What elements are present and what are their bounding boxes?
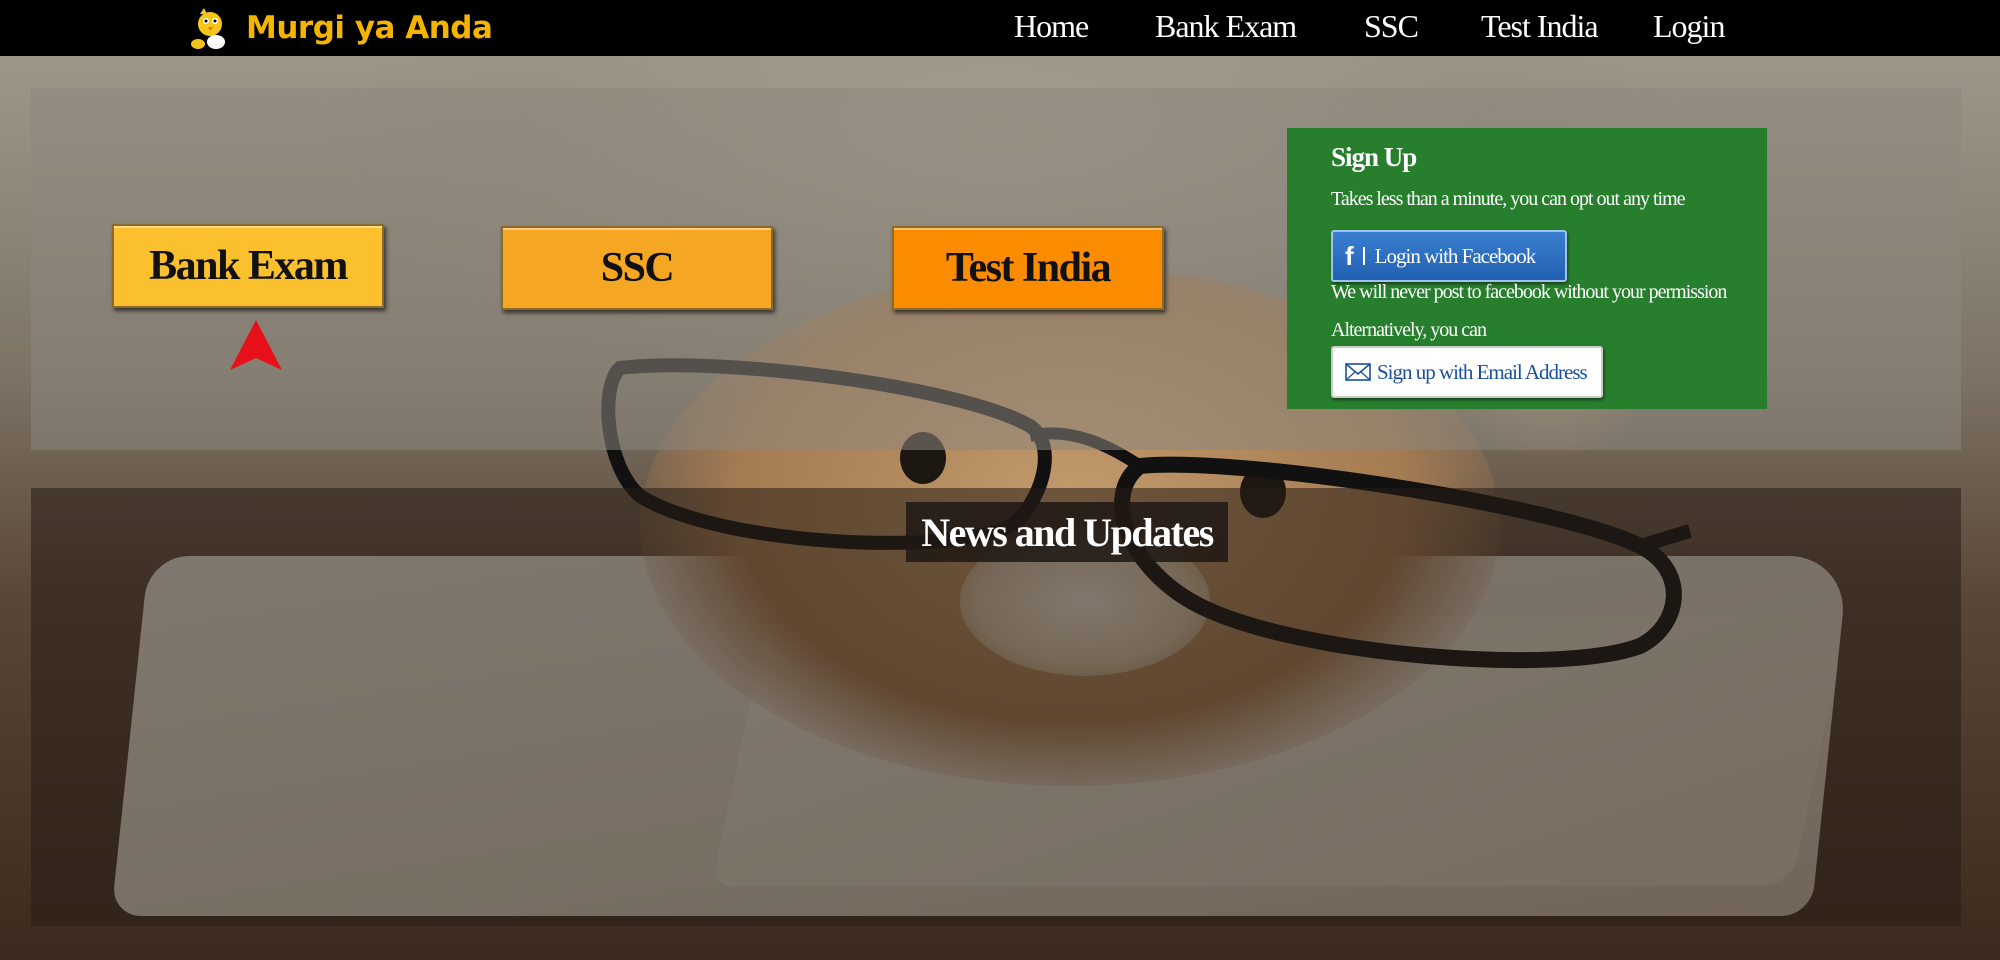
login-with-facebook-button[interactable]: f Login with Facebook [1331, 230, 1567, 282]
brand-name: Murgi ya Anda [246, 10, 493, 46]
chick-egg-icon [191, 8, 225, 49]
facebook-button-label: Login with Facebook [1374, 243, 1537, 268]
nav-link-ssc[interactable]: SSC [1364, 8, 1419, 45]
brand-logo[interactable]: Murgi ya Anda [188, 6, 493, 50]
signup-box: Sign Up Takes less than a minute, you ca… [1287, 128, 1767, 409]
category-button-bank-exam[interactable]: Bank Exam [112, 224, 384, 308]
facebook-permission-note: We will never post to facebook without y… [1331, 281, 1727, 303]
nav-link-login[interactable]: Login [1653, 8, 1725, 45]
nav-link-test-india[interactable]: Test India [1481, 8, 1599, 45]
button-separator [1362, 247, 1365, 265]
top-navbar: Murgi ya Anda Home Bank Exam SSC Test In… [0, 0, 2000, 56]
category-button-ssc[interactable]: SSC [501, 226, 773, 310]
alternative-text: Alternatively, you can [1331, 319, 1487, 341]
envelope-icon [1345, 363, 1371, 381]
signup-title: Sign Up [1331, 142, 1417, 172]
pointer-arrow-icon [230, 320, 282, 370]
news-heading: News and Updates [906, 502, 1228, 562]
category-button-test-india[interactable]: Test India [892, 226, 1164, 310]
signup-subtitle: Takes less than a minute, you can opt ou… [1331, 188, 1686, 210]
nav-link-bank-exam[interactable]: Bank Exam [1155, 8, 1297, 45]
facebook-icon: f [1345, 240, 1354, 271]
signup-with-email-button[interactable]: Sign up with Email Address [1331, 346, 1603, 398]
email-button-label: Sign up with Email Address [1377, 359, 1588, 384]
nav-link-home[interactable]: Home [1014, 8, 1089, 45]
